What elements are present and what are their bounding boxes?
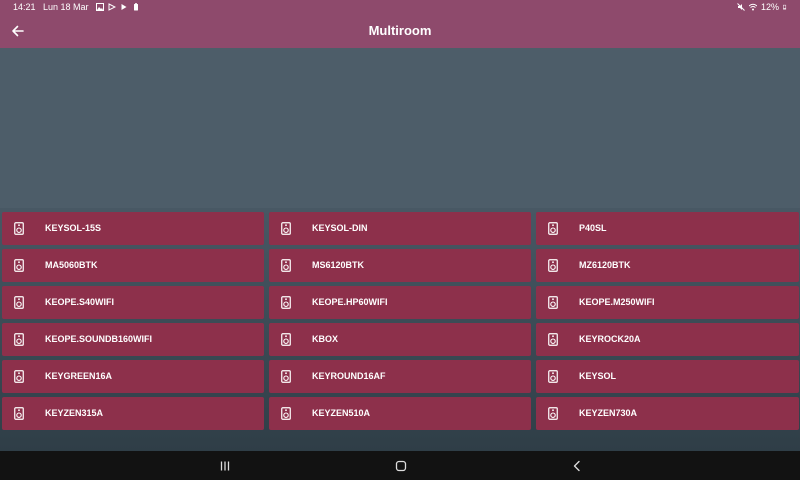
recents-button[interactable] bbox=[213, 455, 237, 477]
speaker-icon bbox=[14, 370, 24, 383]
speaker-tile[interactable]: KEOPE.SOUNDB160WIFI bbox=[2, 323, 264, 356]
speaker-icon bbox=[14, 259, 24, 272]
status-bar: 14:21 Lun 18 Mar 12% bbox=[0, 0, 800, 14]
speaker-label: KEYSOL bbox=[579, 371, 617, 381]
speaker-icon bbox=[548, 259, 558, 272]
speaker-tile[interactable]: KEYZEN730A bbox=[536, 397, 799, 430]
page-title: Multiroom bbox=[368, 23, 432, 38]
speaker-label: KEOPE.S40WIFI bbox=[45, 297, 115, 307]
speaker-tile[interactable]: MS6120BTK bbox=[269, 249, 531, 282]
speaker-label: MZ6120BTK bbox=[579, 260, 631, 270]
speaker-icon bbox=[281, 259, 291, 272]
speaker-label: KEYZEN730A bbox=[579, 408, 638, 418]
speaker-icon bbox=[281, 370, 291, 383]
speaker-label: KEOPE.M250WIFI bbox=[579, 297, 655, 307]
speaker-tile[interactable]: KEYZEN510A bbox=[269, 397, 531, 430]
speaker-icon bbox=[281, 333, 291, 346]
speaker-tile[interactable]: KEYGREEN16A bbox=[2, 360, 264, 393]
speaker-label: MS6120BTK bbox=[312, 260, 365, 270]
speaker-tile[interactable]: KEYROCK20A bbox=[536, 323, 799, 356]
speaker-icon bbox=[548, 407, 558, 420]
speaker-label: KEYGREEN16A bbox=[45, 371, 113, 381]
speaker-icon bbox=[548, 222, 558, 235]
image-icon bbox=[96, 3, 104, 11]
system-nav-bar bbox=[0, 451, 800, 480]
mute-icon bbox=[737, 3, 745, 11]
speaker-label: KEYROCK20A bbox=[579, 334, 641, 344]
speaker-tile[interactable]: KEOPE.S40WIFI bbox=[2, 286, 264, 319]
speaker-icon bbox=[14, 296, 24, 309]
battery-icon bbox=[783, 4, 787, 10]
speaker-tile[interactable]: MZ6120BTK bbox=[536, 249, 799, 282]
wifi-icon bbox=[748, 3, 757, 11]
play-store-icon bbox=[121, 4, 127, 10]
speaker-tile[interactable]: MA5060BTK bbox=[2, 249, 264, 282]
speaker-icon bbox=[548, 370, 558, 383]
speaker-icon bbox=[14, 333, 24, 346]
nav-back-button[interactable] bbox=[565, 455, 589, 477]
speaker-icon bbox=[548, 333, 558, 346]
speaker-list-area: KEYSOL-15S KEYSOL-DIN P40SL MA5060BTK MS6120… bbox=[0, 208, 800, 451]
back-icon bbox=[573, 460, 580, 472]
speaker-tile[interactable]: KEYZEN315A bbox=[2, 397, 264, 430]
speaker-tile[interactable]: P40SL bbox=[536, 212, 799, 245]
cast-icon bbox=[108, 3, 116, 11]
speaker-label: KEYZEN315A bbox=[45, 408, 104, 418]
speaker-tile[interactable]: KBOX bbox=[269, 323, 531, 356]
content-empty-area bbox=[0, 48, 800, 208]
speaker-label: KEOPE.SOUNDB160WIFI bbox=[45, 334, 153, 344]
speaker-label: KEYSOL-DIN bbox=[312, 223, 368, 233]
speaker-label: KEYZEN510A bbox=[312, 408, 371, 418]
speaker-tile[interactable]: KEOPE.M250WIFI bbox=[536, 286, 799, 319]
speaker-tile[interactable]: KEYROUND16AF bbox=[269, 360, 531, 393]
speaker-icon bbox=[14, 407, 24, 420]
speaker-label: MA5060BTK bbox=[45, 260, 98, 270]
speaker-icon bbox=[281, 222, 291, 235]
speaker-tile[interactable]: KEOPE.HP60WIFI bbox=[269, 286, 531, 319]
speaker-icon bbox=[281, 296, 291, 309]
speaker-grid: KEYSOL-15S KEYSOL-DIN P40SL MA5060BTK MS6120… bbox=[2, 212, 799, 430]
speaker-label: P40SL bbox=[579, 223, 607, 233]
speaker-tile[interactable]: KEYSOL bbox=[536, 360, 799, 393]
speaker-label: KEOPE.HP60WIFI bbox=[312, 297, 388, 307]
speaker-label: KEYROUND16AF bbox=[312, 371, 386, 381]
recents-icon bbox=[220, 461, 230, 471]
battery-saver-icon bbox=[134, 3, 138, 11]
home-icon bbox=[395, 460, 407, 472]
speaker-label: KBOX bbox=[312, 334, 339, 344]
speaker-icon bbox=[14, 222, 24, 235]
speaker-tile[interactable]: KEYSOL-DIN bbox=[269, 212, 531, 245]
home-button[interactable] bbox=[389, 455, 413, 477]
status-date: Lun 18 Mar bbox=[43, 2, 89, 12]
battery-level: 12% bbox=[760, 2, 779, 12]
speaker-tile[interactable]: KEYSOL-15S bbox=[2, 212, 264, 245]
speaker-label: KEYSOL-15S bbox=[45, 223, 102, 233]
status-time: 14:21 bbox=[13, 2, 36, 12]
speaker-icon bbox=[281, 407, 291, 420]
speaker-icon bbox=[548, 296, 558, 309]
app-bar: Multiroom bbox=[0, 14, 800, 48]
